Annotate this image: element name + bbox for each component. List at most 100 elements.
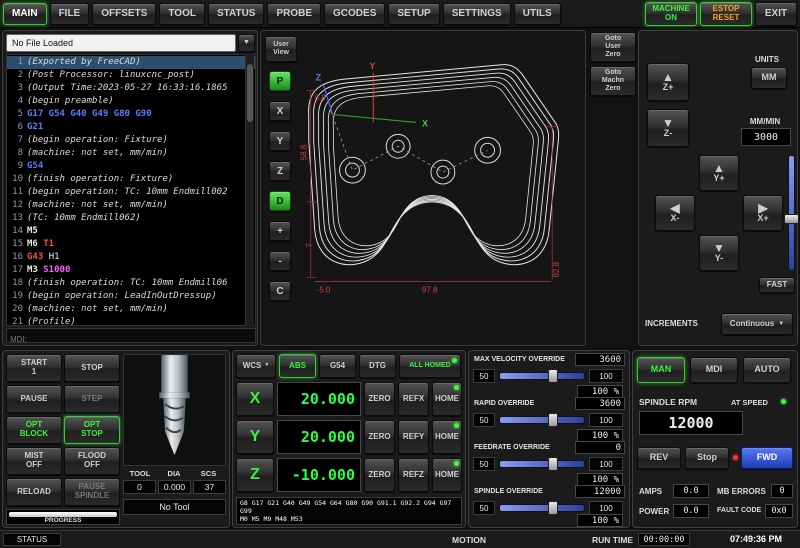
all-homed-button[interactable]: ALL HOMED xyxy=(399,354,461,378)
ref-z-button[interactable]: REFZ xyxy=(398,458,429,492)
dtg-button[interactable]: DTG xyxy=(359,354,396,378)
toolpath-preview-canvas[interactable]: X Y Z 8.8 58.8 7 -5.0 97.8 92.8 xyxy=(261,31,585,345)
gcode-line[interactable]: 18(finish operation: TC: 10mm Endmill06 xyxy=(7,277,255,290)
jog-x-minus-button[interactable]: ◀ X- xyxy=(655,195,695,231)
spindle-override-slider-handle[interactable] xyxy=(548,501,558,515)
file-selector[interactable]: No File Loaded xyxy=(6,34,236,52)
zoom-in-button[interactable]: + xyxy=(269,221,291,241)
gcode-line[interactable]: 4(begin preamble) xyxy=(7,95,255,108)
axis-x-button[interactable]: X xyxy=(236,382,274,416)
axis-z-button[interactable]: Z xyxy=(236,458,274,492)
gcode-editor[interactable]: 1(Exported by FreeCAD)2(Post Processor: … xyxy=(6,54,256,326)
jog-y-minus-button[interactable]: ▼ Y- xyxy=(699,235,739,271)
fast-button[interactable]: FAST xyxy=(759,277,795,293)
home-y-button[interactable]: HOME xyxy=(432,420,462,454)
menu-item-tool[interactable]: TOOL xyxy=(159,3,205,25)
spindle-override-slider[interactable] xyxy=(499,504,585,512)
gcode-line[interactable]: 13(TC: 10mm Endmill062) xyxy=(7,212,255,225)
rapid-override-slider[interactable] xyxy=(499,416,585,424)
zero-z-button[interactable]: ZERO xyxy=(364,458,395,492)
gcode-line[interactable]: 19(begin operation: LeadInOutDressup) xyxy=(7,290,255,303)
jog-speed-slider[interactable] xyxy=(788,155,795,271)
rapid-override-slider-handle[interactable] xyxy=(548,413,558,427)
gcode-line[interactable]: 6G21 xyxy=(7,121,255,134)
goto-machine-zero-button[interactable]: Goto Machn Zero xyxy=(590,66,636,96)
optional-stop-button[interactable]: OPT STOP xyxy=(64,416,120,444)
gcode-line[interactable]: 5G17 G54 G40 G49 G80 G90 xyxy=(7,108,255,121)
clear-plot-button[interactable]: C xyxy=(269,281,291,301)
spindle-forward-button[interactable]: FWD xyxy=(741,447,793,469)
menu-item-main[interactable]: MAIN xyxy=(3,3,47,25)
spindle-stop-button[interactable]: Stop xyxy=(685,447,729,469)
gcode-line[interactable]: 20(machine: not set, mm/min) xyxy=(7,303,255,316)
mdi-input[interactable] xyxy=(7,333,255,346)
view-perspective-button[interactable]: P xyxy=(269,71,291,91)
gcode-line[interactable]: 11(begin operation: TC: 10mm Endmill002 xyxy=(7,186,255,199)
optional-block-button[interactable]: OPT BLOCK xyxy=(6,416,62,444)
abs-button[interactable]: ABS xyxy=(279,354,316,378)
gcode-line[interactable]: 1(Exported by FreeCAD) xyxy=(7,56,255,69)
gcode-line[interactable]: 17M3 S1000 xyxy=(7,264,255,277)
step-button[interactable]: STEP xyxy=(64,385,120,413)
jog-speed-slider-handle[interactable] xyxy=(784,214,799,224)
jog-x-plus-button[interactable]: ▶ X+ xyxy=(743,195,783,231)
pause-spindle-button[interactable]: PAUSE SPINDLE xyxy=(64,478,120,506)
menu-item-utils[interactable]: UTILS xyxy=(514,3,561,25)
gcode-line[interactable]: 10(finish operation: Fixture) xyxy=(7,173,255,186)
pause-button[interactable]: PAUSE xyxy=(6,385,62,413)
jog-z-minus-button[interactable]: ▼ Z- xyxy=(647,109,689,147)
units-mm-button[interactable]: MM xyxy=(751,67,787,89)
gcode-line[interactable]: 9G54 xyxy=(7,160,255,173)
start-button[interactable]: START 1 xyxy=(6,354,62,382)
flood-button[interactable]: FLOOD OFF xyxy=(64,447,120,475)
estop-reset-button[interactable]: ESTOP RESET xyxy=(700,2,752,26)
menu-item-settings[interactable]: SETTINGS xyxy=(443,3,511,25)
menu-item-gcodes[interactable]: GCODES xyxy=(324,3,385,25)
max-velocity-slider-handle[interactable] xyxy=(548,369,558,383)
ref-x-button[interactable]: REFX xyxy=(398,382,429,416)
gcode-scrollbar[interactable] xyxy=(245,54,254,326)
view-user-button[interactable]: User View xyxy=(265,36,297,62)
menu-item-setup[interactable]: SETUP xyxy=(388,3,439,25)
view-x-button[interactable]: X xyxy=(269,101,291,121)
gcode-line[interactable]: 14M5 xyxy=(7,225,255,238)
g54-button[interactable]: G54 xyxy=(319,354,356,378)
axis-y-button[interactable]: Y xyxy=(236,420,274,454)
jog-z-plus-button[interactable]: ▲ Z+ xyxy=(647,63,689,101)
view-z-button[interactable]: Z xyxy=(269,161,291,181)
gcode-line[interactable]: 15M6 T1 xyxy=(7,238,255,251)
stop-button[interactable]: STOP xyxy=(64,354,120,382)
menu-item-file[interactable]: FILE xyxy=(50,3,90,25)
gcode-line[interactable]: 21(Profile) xyxy=(7,316,255,326)
home-z-button[interactable]: HOME xyxy=(432,458,462,492)
view-dimensions-button[interactable]: D xyxy=(269,191,291,211)
gcode-scrollbar-thumb[interactable] xyxy=(247,64,253,122)
zero-x-button[interactable]: ZERO xyxy=(364,382,395,416)
mode-manual-button[interactable]: MAN xyxy=(637,357,685,383)
gcode-line[interactable]: 8(machine: not set, mm/min) xyxy=(7,147,255,160)
mist-button[interactable]: MIST OFF xyxy=(6,447,62,475)
gcode-line[interactable]: 12(machine: not set, mm/min) xyxy=(7,199,255,212)
mode-auto-button[interactable]: AUTO xyxy=(743,357,791,383)
jog-y-plus-button[interactable]: ▲ Y+ xyxy=(699,155,739,191)
exit-button[interactable]: EXIT xyxy=(755,2,797,26)
view-y-button[interactable]: Y xyxy=(269,131,291,151)
feedrate-override-slider-handle[interactable] xyxy=(548,457,558,471)
spindle-reverse-button[interactable]: REV xyxy=(637,447,681,469)
wcs-dropdown[interactable]: WCS▼ xyxy=(236,354,276,378)
menu-item-status[interactable]: STATUS xyxy=(208,3,265,25)
machine-on-button[interactable]: MACHINE ON xyxy=(645,2,697,26)
gcode-line[interactable]: 7(begin operation: Fixture) xyxy=(7,134,255,147)
mode-mdi-button[interactable]: MDI xyxy=(690,357,738,383)
zero-y-button[interactable]: ZERO xyxy=(364,420,395,454)
reload-button[interactable]: RELOAD xyxy=(6,478,62,506)
menu-item-probe[interactable]: PROBE xyxy=(267,3,321,25)
ref-y-button[interactable]: REFY xyxy=(398,420,429,454)
file-selector-dropdown-button[interactable]: ▼ xyxy=(238,34,255,52)
zoom-out-button[interactable]: - xyxy=(269,251,291,271)
goto-user-zero-button[interactable]: Goto User Zero xyxy=(590,32,636,62)
home-x-button[interactable]: HOME xyxy=(432,382,462,416)
max-velocity-slider[interactable] xyxy=(499,372,585,380)
increments-dropdown[interactable]: Continuous ▼ xyxy=(721,313,793,335)
gcode-line[interactable]: 16G43 H1 xyxy=(7,251,255,264)
